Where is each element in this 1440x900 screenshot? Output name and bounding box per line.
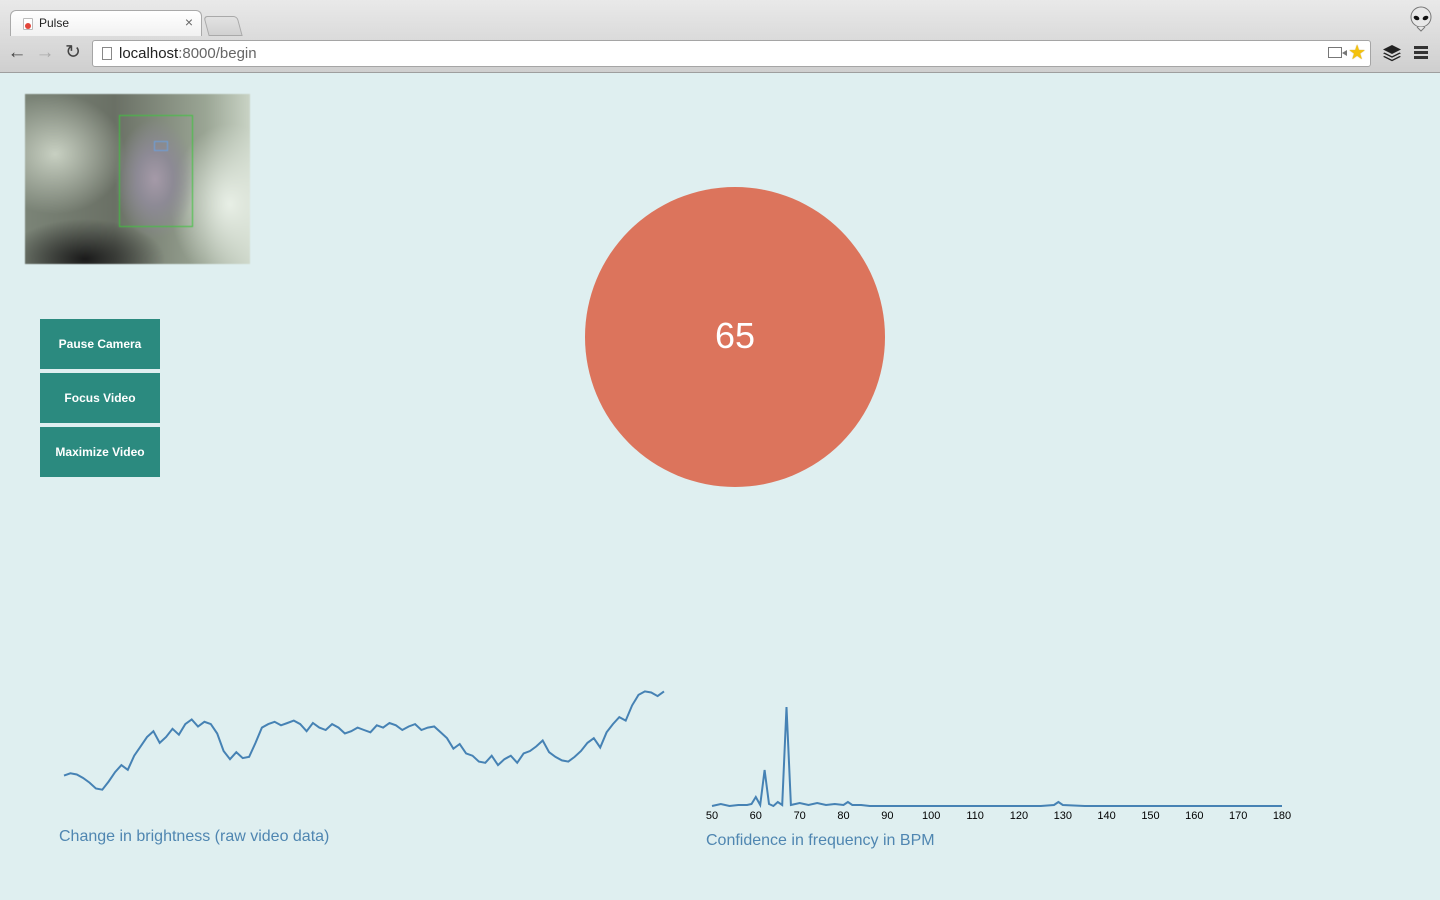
frequency-tick-label: 110 (966, 810, 984, 822)
frequency-tick-label: 140 (1097, 810, 1115, 822)
frequency-tick-label: 60 (750, 810, 762, 822)
frequency-tick-label: 50 (706, 810, 718, 822)
frequency-tick-label: 120 (1010, 810, 1028, 822)
frequency-tick-label: 100 (922, 810, 940, 822)
frequency-tick-label: 150 (1141, 810, 1159, 822)
frequency-chart-caption: Confidence in frequency in BPM (706, 832, 935, 849)
frequency-tick-label: 180 (1273, 810, 1291, 822)
frequency-tick-label: 70 (794, 810, 806, 822)
frequency-tick-label: 80 (837, 810, 849, 822)
frequency-tick-label: 160 (1185, 810, 1203, 822)
frequency-tick-label: 130 (1054, 810, 1072, 822)
frequency-series-line (711, 706, 1282, 809)
brightness-series-line (63, 690, 665, 791)
frequency-tick-label: 170 (1229, 810, 1247, 822)
frequency-tick-label: 90 (881, 810, 893, 822)
brightness-chart-caption: Change in brightness (raw video data) (59, 828, 330, 845)
charts-layer: 50 60 70 80 90 100 110 120 130 140 150 160 170 180 (63, 690, 1291, 822)
